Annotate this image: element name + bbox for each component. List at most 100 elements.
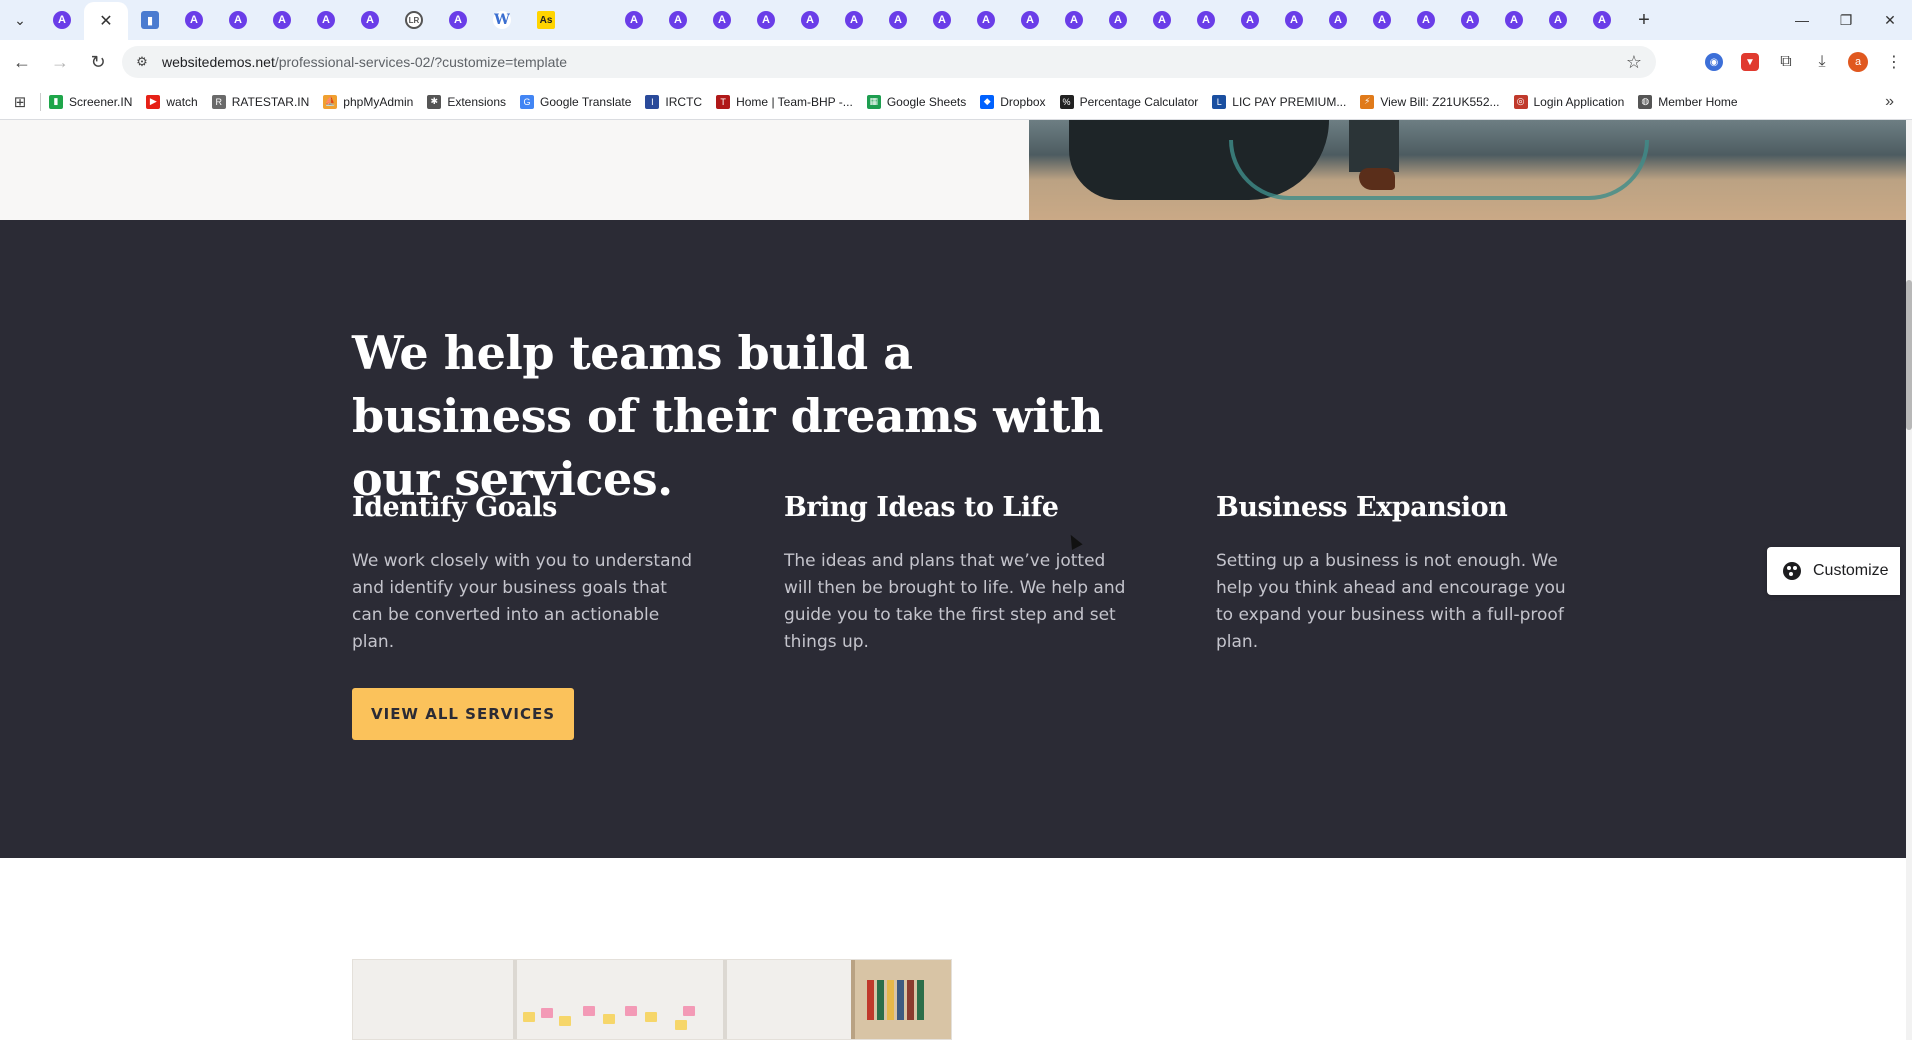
apps-grid-icon[interactable]: ⊞ bbox=[0, 93, 40, 111]
tab[interactable]: A bbox=[1360, 0, 1404, 40]
bookshelf bbox=[851, 960, 951, 1039]
site-info-icon[interactable]: ⚙ bbox=[130, 54, 154, 70]
astra-icon: A bbox=[933, 11, 951, 29]
tab[interactable]: A bbox=[348, 0, 392, 40]
astra-icon: A bbox=[53, 11, 71, 29]
address-bar[interactable]: ⚙ websitedemos.net/professional-services… bbox=[122, 46, 1656, 78]
astra-icon: A bbox=[449, 11, 467, 29]
astra-icon: A bbox=[1285, 11, 1303, 29]
tab[interactable]: A bbox=[788, 0, 832, 40]
window-close-icon[interactable]: ✕ bbox=[1868, 0, 1912, 40]
forward-arrow-icon[interactable]: → bbox=[44, 46, 76, 78]
close-icon[interactable]: ✕ bbox=[99, 11, 112, 31]
view-all-services-button[interactable]: VIEW ALL SERVICES bbox=[352, 688, 574, 740]
tab[interactable]: W bbox=[480, 0, 524, 40]
extension-red-icon[interactable]: ▼ bbox=[1732, 44, 1768, 80]
tab[interactable]: A bbox=[876, 0, 920, 40]
book bbox=[907, 980, 914, 1020]
tab[interactable]: A bbox=[1492, 0, 1536, 40]
back-arrow-icon[interactable]: ← bbox=[6, 46, 38, 78]
tab[interactable]: A bbox=[1228, 0, 1272, 40]
tab[interactable]: A bbox=[612, 0, 656, 40]
tab[interactable]: A bbox=[1448, 0, 1492, 40]
toolbar-right: ◉ ▼ ⧉ ⤓ a ⋮ bbox=[1696, 40, 1912, 84]
tab-active[interactable]: ✕ bbox=[84, 2, 128, 40]
astra-icon: A bbox=[1197, 11, 1215, 29]
browser-toolbar: ← → ↻ ⚙ websitedemos.net/professional-se… bbox=[0, 40, 1912, 84]
astra-icon: A bbox=[317, 11, 335, 29]
bookmark-label: Google Sheets bbox=[886, 94, 967, 109]
bookmark-item[interactable]: ▶ watch bbox=[146, 94, 198, 109]
tab-strip: ⌄ A✕▮AAAAALRAWAsDNTAAAAAAAAAAAAAAAAAAAAA… bbox=[0, 0, 1912, 738]
bookmark-item[interactable]: ⚡ View Bill: Z21UK552... bbox=[1360, 94, 1500, 109]
bookmark-item[interactable]: % Percentage Calculator bbox=[1059, 94, 1198, 109]
tab[interactable]: A bbox=[744, 0, 788, 40]
tab[interactable]: A bbox=[832, 0, 876, 40]
tab[interactable]: A bbox=[1536, 0, 1580, 40]
tab[interactable]: A bbox=[1184, 0, 1228, 40]
bookmark-favicon-icon: L bbox=[1212, 94, 1227, 109]
tab[interactable]: A bbox=[1052, 0, 1096, 40]
astra-icon: A bbox=[625, 11, 643, 29]
service-title: Identify Goals bbox=[352, 492, 557, 523]
tab[interactable]: A bbox=[260, 0, 304, 40]
document-icon: ▮ bbox=[141, 11, 159, 29]
tab-search-chevron-icon[interactable]: ⌄ bbox=[0, 0, 40, 40]
scrollbar-thumb[interactable] bbox=[1906, 280, 1912, 430]
bookmark-favicon-icon: R bbox=[211, 94, 226, 109]
bookmark-item[interactable]: ◎ Login Application bbox=[1513, 94, 1624, 109]
tab[interactable]: A bbox=[216, 0, 260, 40]
sticky-note bbox=[683, 1006, 695, 1016]
tab[interactable]: A bbox=[964, 0, 1008, 40]
avatar-letter: a bbox=[1848, 52, 1868, 72]
menu-kebab-icon[interactable]: ⋮ bbox=[1876, 44, 1912, 80]
tab[interactable]: A bbox=[656, 0, 700, 40]
page-scrollbar[interactable] bbox=[1906, 120, 1912, 1040]
bookmark-item[interactable]: T Home | Team-BHP -... bbox=[716, 94, 853, 109]
book bbox=[877, 980, 884, 1020]
minimize-icon[interactable]: — bbox=[1780, 0, 1824, 40]
tab[interactable]: DNT bbox=[0, 0, 1906, 738]
customize-button[interactable]: Customize bbox=[1767, 547, 1900, 595]
bookmark-item[interactable]: ▦ Google Sheets bbox=[866, 94, 967, 109]
new-tab-button[interactable]: + bbox=[1624, 9, 1664, 32]
bookmark-label: IRCTC bbox=[665, 94, 703, 109]
bookmark-item[interactable]: ✱ Extensions bbox=[427, 94, 506, 109]
tab[interactable]: A bbox=[304, 0, 348, 40]
tab[interactable]: A bbox=[1008, 0, 1052, 40]
restore-icon[interactable]: ❐ bbox=[1824, 0, 1868, 40]
bookmark-item[interactable]: I IRCTC bbox=[645, 94, 703, 109]
tab[interactable]: A bbox=[172, 0, 216, 40]
tab[interactable]: As bbox=[524, 0, 568, 40]
url-text[interactable]: websitedemos.net/professional-services-0… bbox=[162, 54, 567, 70]
tab[interactable]: A bbox=[1140, 0, 1184, 40]
bookmark-item[interactable]: R RATESTAR.IN bbox=[211, 94, 309, 109]
profile-avatar[interactable]: a bbox=[1840, 44, 1876, 80]
tab[interactable]: A bbox=[700, 0, 744, 40]
download-icon[interactable]: ⤓ bbox=[1804, 44, 1840, 80]
reload-icon[interactable]: ↻ bbox=[82, 46, 114, 78]
extension-blue-icon[interactable]: ◉ bbox=[1696, 44, 1732, 80]
hero-photo bbox=[1029, 120, 1906, 220]
bookmark-favicon-icon: T bbox=[716, 94, 731, 109]
bookmark-item[interactable]: L LIC PAY PREMIUM... bbox=[1212, 94, 1346, 109]
tab[interactable]: LR bbox=[392, 0, 436, 40]
bookmark-star-icon[interactable]: ☆ bbox=[1626, 52, 1642, 73]
bookmark-item[interactable]: ▮ Screener.IN bbox=[49, 94, 132, 109]
tab[interactable]: A bbox=[1272, 0, 1316, 40]
tab[interactable]: A bbox=[1316, 0, 1360, 40]
tab[interactable]: A bbox=[1404, 0, 1448, 40]
tab[interactable]: A bbox=[1580, 0, 1624, 40]
tab[interactable]: ▮ bbox=[128, 0, 172, 40]
bookmark-item[interactable]: ◆ Dropbox bbox=[980, 94, 1046, 109]
extensions-puzzle-icon[interactable]: ⧉ bbox=[1768, 44, 1804, 80]
bookmark-item[interactable]: ◍ Member Home bbox=[1638, 94, 1738, 109]
tab[interactable]: A bbox=[436, 0, 480, 40]
bookmark-favicon-icon: % bbox=[1059, 94, 1074, 109]
bookmark-item[interactable]: G Google Translate bbox=[520, 94, 631, 109]
more-bookmarks-icon[interactable]: » bbox=[1885, 93, 1894, 111]
tab[interactable]: A bbox=[920, 0, 964, 40]
tab[interactable]: A bbox=[1096, 0, 1140, 40]
tab[interactable]: A bbox=[40, 0, 84, 40]
bookmark-item[interactable]: ⛵ phpMyAdmin bbox=[323, 94, 413, 109]
